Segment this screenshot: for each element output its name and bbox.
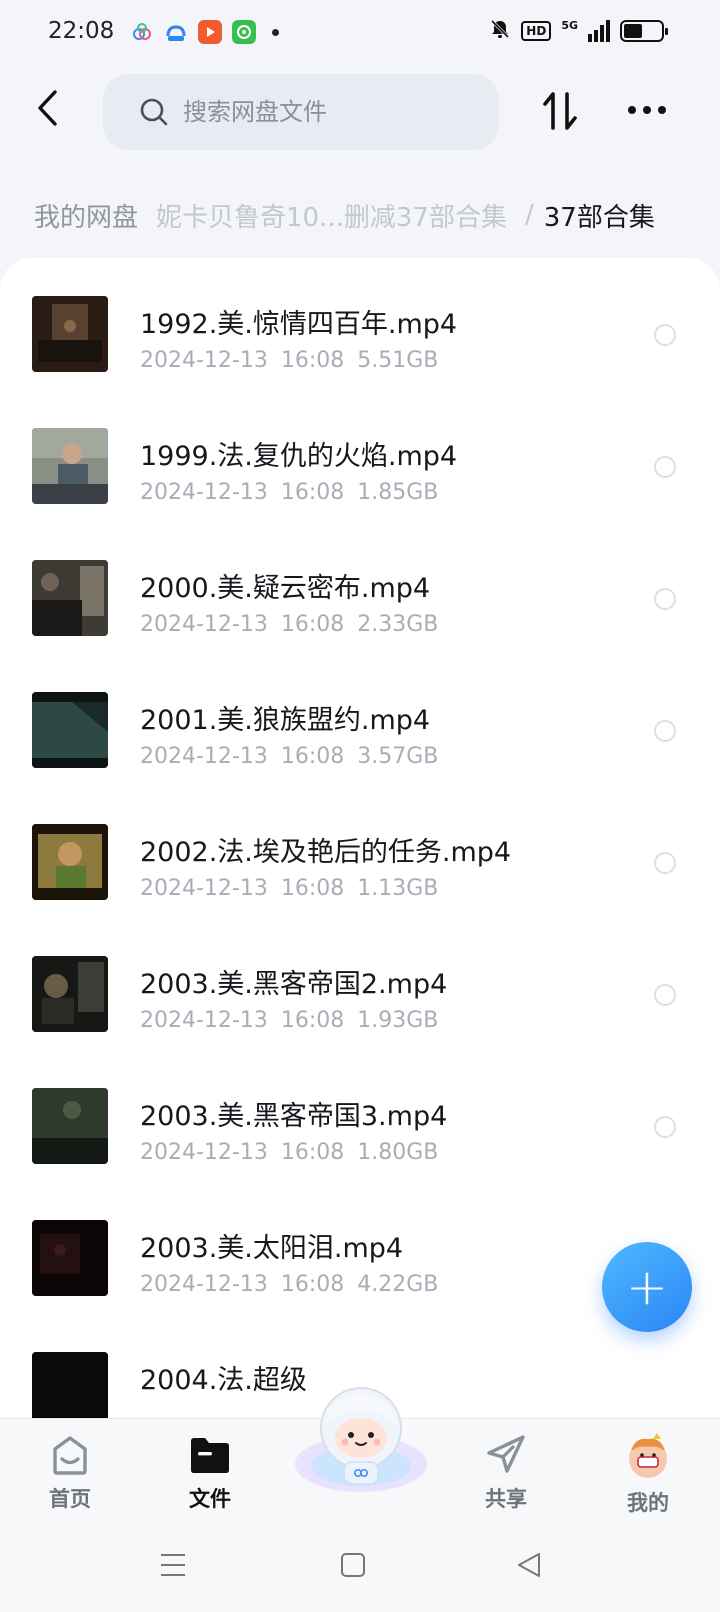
- nav-home[interactable]: 首页: [20, 1433, 120, 1513]
- file-name: 2003.美.太阳泪.mp4: [140, 1233, 404, 1264]
- battery-icon: [620, 20, 668, 42]
- file-row[interactable]: 2003.美.黑客帝国2.mp4 2024-12-13 16:08 1.93GB: [0, 942, 720, 1074]
- battery-level: [624, 24, 642, 38]
- back-triangle-icon[interactable]: [516, 1552, 542, 1582]
- file-name: 1999.法.复仇的火焰.mp4: [140, 441, 458, 472]
- file-name: 2000.美.疑云密布.mp4: [140, 573, 431, 604]
- more-icon: [628, 106, 636, 114]
- file-name: 2004.法.超级: [140, 1365, 307, 1396]
- file-list: 1992.美.惊情四百年.mp4 2024-12-13 16:08 5.51GB…: [0, 258, 720, 1418]
- video-thumbnail: [32, 560, 108, 636]
- select-checkbox[interactable]: [654, 324, 676, 346]
- video-thumbnail: [32, 428, 108, 504]
- breadcrumb-parent[interactable]: 妮卡贝鲁奇10...删减37部合集: [156, 197, 507, 234]
- file-row[interactable]: 2001.美.狼族盟约.mp4 2024-12-13 16:08 3.57GB: [0, 678, 720, 810]
- sort-button[interactable]: [538, 86, 582, 136]
- breadcrumb-separator: /: [524, 200, 534, 230]
- more-notifications-dot: [272, 28, 279, 36]
- video-thumbnail: [32, 692, 108, 768]
- video-thumbnail: [32, 1220, 108, 1296]
- file-row[interactable]: 2000.美.疑云密布.mp4 2024-12-13 16:08 2.33GB: [0, 546, 720, 678]
- nav-home-label: 首页: [49, 1487, 91, 1511]
- file-name: 2001.美.狼族盟约.mp4: [140, 705, 431, 736]
- file-name: 2003.美.黑客帝国3.mp4: [140, 1101, 448, 1132]
- file-meta: 2024-12-13 16:08 2.33GB: [140, 612, 439, 637]
- file-meta: 2024-12-13 16:08 1.80GB: [140, 1140, 439, 1165]
- nav-share-label: 共享: [485, 1487, 527, 1511]
- status-bar: 22:08 HD 5G: [0, 0, 720, 66]
- file-meta: 2024-12-13 16:08 4.22GB: [140, 1272, 439, 1297]
- video-thumbnail: [32, 956, 108, 1032]
- select-checkbox[interactable]: [654, 984, 676, 1006]
- menu-icon[interactable]: [160, 1552, 186, 1582]
- baidu-app-icon: [164, 20, 188, 44]
- video-app-icon: [198, 20, 222, 44]
- video-thumbnail: [32, 1088, 108, 1164]
- music-app-icon: [232, 20, 256, 44]
- hd-badge: HD: [521, 21, 552, 41]
- breadcrumb-root[interactable]: 我的网盘: [16, 192, 157, 238]
- file-meta: 2024-12-13 16:08 3.57GB: [140, 744, 439, 769]
- folder-icon: [191, 1438, 229, 1473]
- nav-mine-label: 我的: [627, 1491, 669, 1515]
- signal-icon: [588, 20, 610, 42]
- network-type: 5G: [561, 18, 578, 32]
- top-bar: [0, 72, 720, 152]
- file-row[interactable]: 2002.法.埃及艳后的任务.mp4 2024-12-13 16:08 1.13…: [0, 810, 720, 942]
- add-button[interactable]: +: [602, 1242, 692, 1332]
- nav-files[interactable]: 文件: [160, 1433, 260, 1513]
- back-arrow-icon: [38, 90, 57, 126]
- mute-icon: [489, 18, 511, 44]
- status-right: HD 5G: [489, 18, 668, 44]
- video-thumbnail: [32, 1352, 108, 1418]
- assistant-mascot[interactable]: [290, 1380, 432, 1498]
- home-icon: [53, 1436, 87, 1475]
- search-input[interactable]: [183, 98, 483, 126]
- select-checkbox[interactable]: [654, 456, 676, 478]
- more-button[interactable]: [622, 90, 672, 130]
- share-icon: [487, 1435, 525, 1473]
- file-row[interactable]: 1992.美.惊情四百年.mp4 2024-12-13 16:08 5.51GB: [0, 282, 720, 414]
- select-checkbox[interactable]: [654, 588, 676, 610]
- search-box[interactable]: [103, 74, 499, 150]
- cloud-app-icon: [130, 20, 154, 44]
- back-button[interactable]: [26, 86, 70, 130]
- plus-icon: +: [626, 1258, 668, 1316]
- nav-mine[interactable]: 我的: [598, 1433, 698, 1517]
- file-name: 2003.美.黑客帝国2.mp4: [140, 969, 448, 1000]
- select-checkbox[interactable]: [654, 1116, 676, 1138]
- sort-icon: [543, 92, 577, 130]
- file-row[interactable]: 2003.美.黑客帝国3.mp4 2024-12-13 16:08 1.80GB: [0, 1074, 720, 1206]
- file-meta: 2024-12-13 16:08 1.85GB: [140, 480, 439, 505]
- file-name: 1992.美.惊情四百年.mp4: [140, 309, 458, 340]
- home-square-icon[interactable]: [340, 1552, 366, 1582]
- select-checkbox[interactable]: [654, 720, 676, 742]
- system-nav-bar: [0, 1526, 720, 1612]
- nav-share[interactable]: 共享: [456, 1433, 556, 1513]
- breadcrumb-current: 37部合集: [543, 202, 655, 233]
- avatar: [629, 1433, 667, 1478]
- file-meta: 2024-12-13 16:08 1.93GB: [140, 1008, 439, 1033]
- status-time: 22:08: [48, 18, 115, 44]
- search-icon: [140, 98, 168, 126]
- nav-files-label: 文件: [189, 1487, 231, 1511]
- file-row[interactable]: 1999.法.复仇的火焰.mp4 2024-12-13 16:08 1.85GB: [0, 414, 720, 546]
- file-meta: 2024-12-13 16:08 1.13GB: [140, 876, 439, 901]
- breadcrumb: 我的网盘 妮卡贝鲁奇10...删减37部合集 / 37部合集: [16, 190, 700, 240]
- file-meta: 2024-12-13 16:08 5.51GB: [140, 348, 439, 373]
- file-name: 2002.法.埃及艳后的任务.mp4: [140, 837, 512, 868]
- video-thumbnail: [32, 824, 108, 900]
- notification-icons: [130, 20, 279, 44]
- select-checkbox[interactable]: [654, 852, 676, 874]
- video-thumbnail: [32, 296, 108, 372]
